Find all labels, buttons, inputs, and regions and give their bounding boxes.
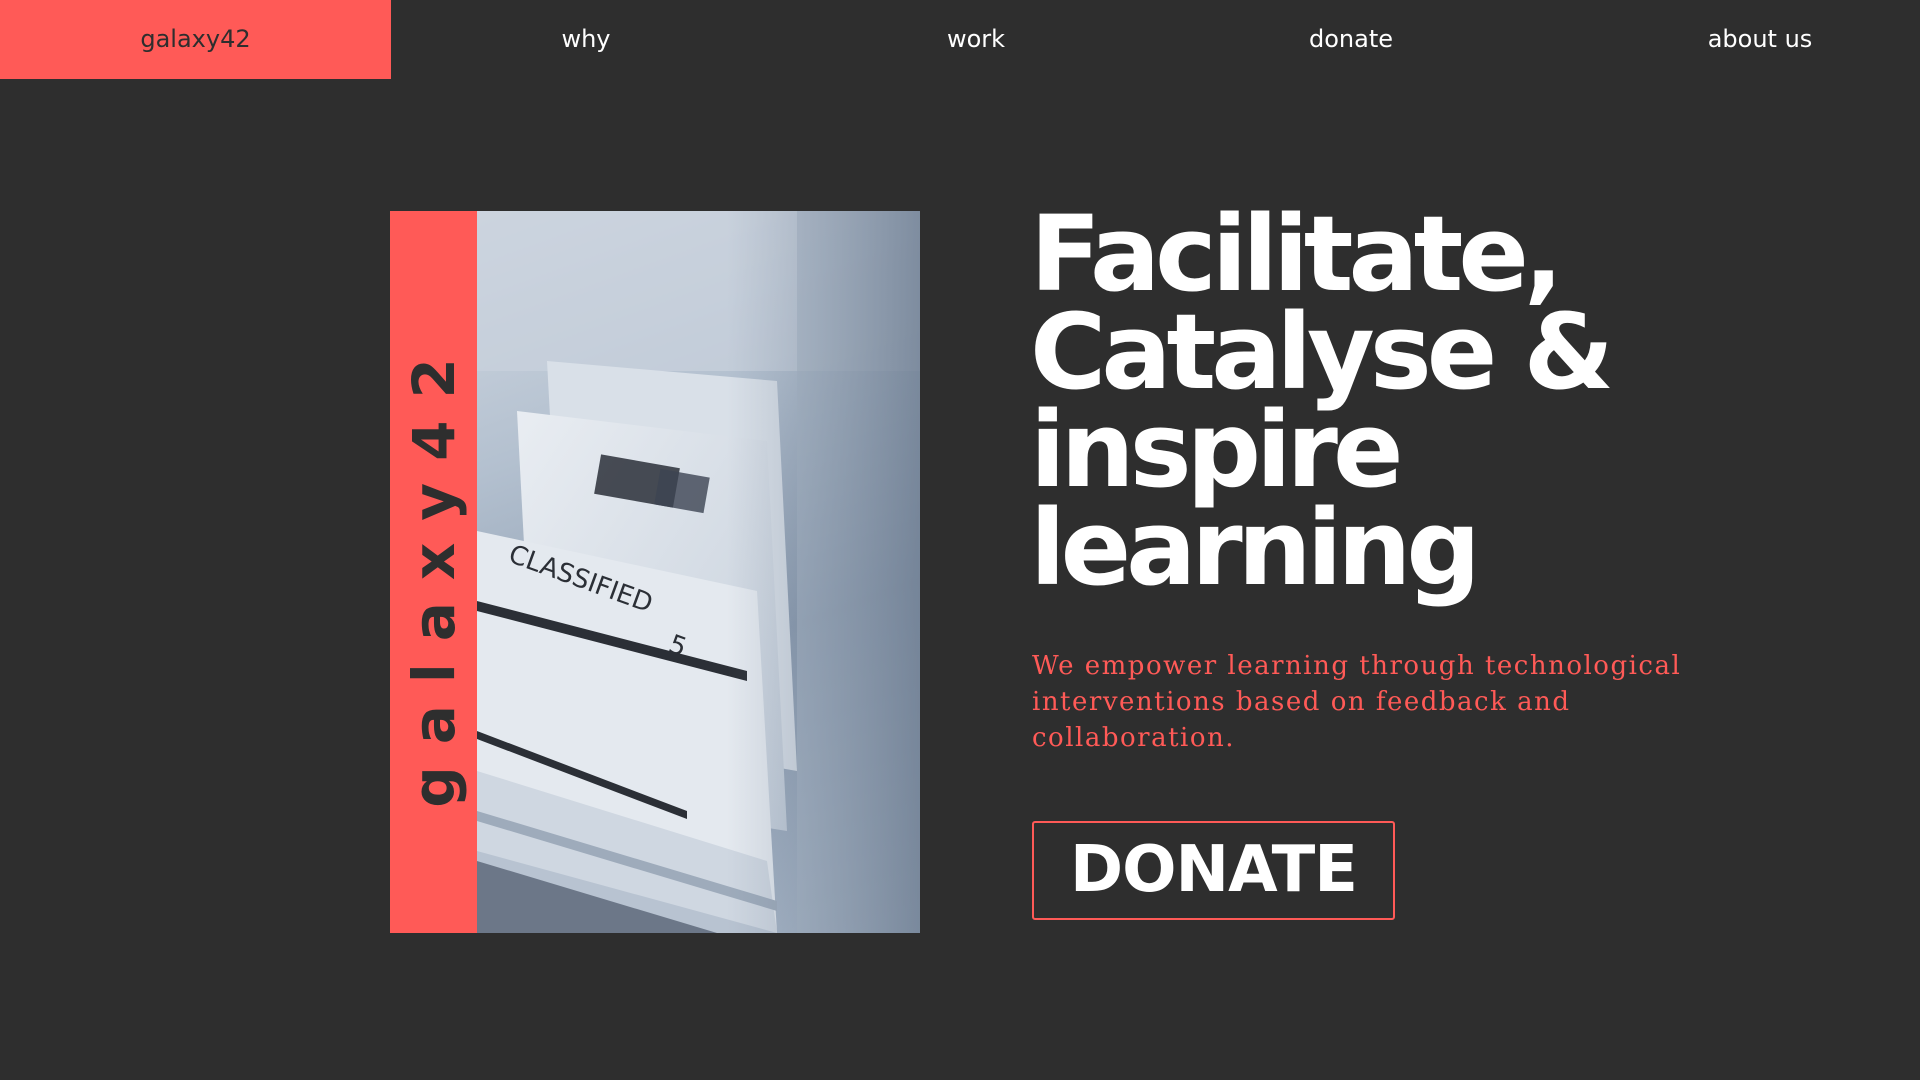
top-nav: galaxy42 why work donate about us (0, 0, 1920, 79)
vertical-brand-text: galaxy42 (399, 336, 468, 808)
nav-donate-link[interactable]: donate (1171, 0, 1531, 79)
headline-line-1: Facilitate, (1030, 193, 1563, 315)
donate-button[interactable]: DONATE (1032, 821, 1395, 920)
brand-logo-link[interactable]: galaxy42 (0, 0, 391, 79)
hero-newspaper-photo: CLASSIFIED 5 (477, 211, 920, 933)
hero-subtext: We empower learning through technologica… (1032, 651, 1682, 753)
headline-line-4: learning (1030, 487, 1481, 609)
nav-why-link[interactable]: why (391, 0, 781, 79)
headline-line-3: inspire (1030, 389, 1404, 511)
nav-work-link[interactable]: work (781, 0, 1171, 79)
nav-about-us-link[interactable]: about us (1600, 0, 1920, 79)
vertical-brand-band: galaxy42 (390, 211, 477, 933)
headline-line-2: Catalyse & (1030, 291, 1614, 413)
newspaper-illustration: CLASSIFIED 5 (477, 211, 920, 933)
hero-headline: Facilitate, Catalyse & inspire learning (1030, 193, 1730, 609)
